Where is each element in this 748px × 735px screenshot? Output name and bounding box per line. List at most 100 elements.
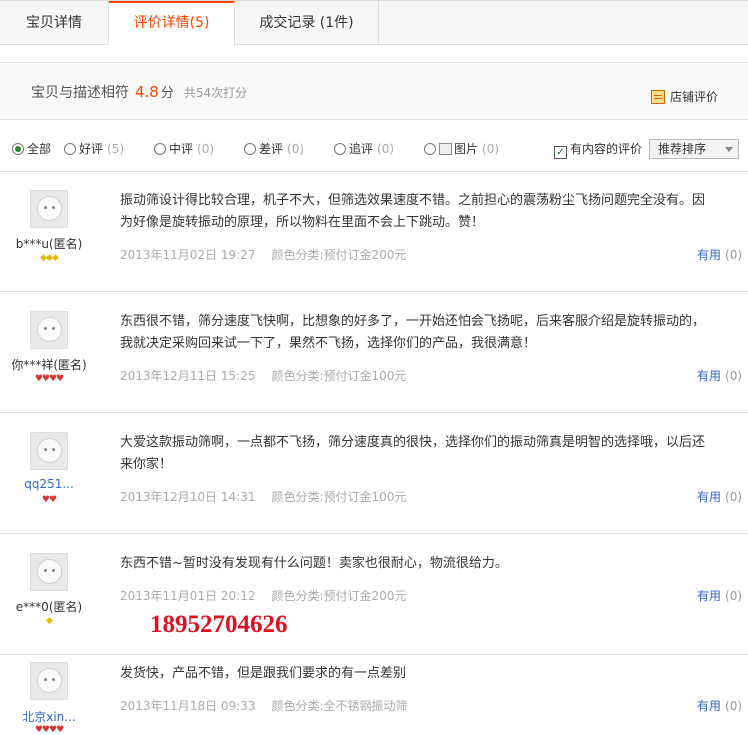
review-sku: 颜色分类:预付订金200元	[271, 589, 407, 603]
filter-all-label: 全部	[27, 142, 52, 156]
review-sku: 颜色分类:预付订金100元	[271, 369, 407, 383]
shop-rating-link[interactable]: 店铺评价	[651, 88, 718, 105]
filter-append-label: 追评	[349, 142, 374, 156]
tab-item-details[interactable]: 宝贝详情	[0, 1, 109, 45]
rating-total: 共54次打分	[183, 86, 248, 100]
review-sku: 颜色分类:预付订金200元	[271, 248, 407, 262]
review-item: b***u(匿名) ◆◆◆ 振动筛设计得比较合理，机子不大，但筛选效果速度不错。…	[0, 171, 748, 292]
filter-bad-label: 差评	[259, 142, 284, 156]
filter-bad[interactable]: 差评 (0)	[244, 140, 304, 157]
review-date: 2013年12月11日 15:25	[120, 369, 256, 383]
sort-select[interactable]: 推荐排序	[649, 139, 739, 159]
useful-button[interactable]: 有用 (0)	[697, 367, 742, 384]
radio-icon	[244, 143, 256, 155]
reviewer-rank-icon: ♥♥♥♥	[34, 374, 64, 384]
filter-mid[interactable]: 中评 (0)	[154, 140, 214, 157]
useful-label: 有用	[697, 369, 722, 383]
review-meta: 2013年12月10日 14:31 颜色分类:预付订金100元	[120, 488, 406, 505]
checkmark-icon: ✓	[554, 146, 567, 159]
avatar-face-icon	[37, 196, 62, 221]
review-item: e***0(匿名) ◆ 东西不错~暂时没有发现有什么问题！卖家也很耐心，物流很给…	[0, 533, 748, 655]
tab-transactions[interactable]: 成交记录 (1件)	[235, 1, 379, 45]
avatar-face-icon	[37, 668, 62, 693]
tab-transactions-count: (1件)	[319, 15, 354, 31]
shop-rating-icon	[651, 90, 665, 104]
useful-count: (0)	[725, 699, 743, 713]
useful-label: 有用	[697, 248, 722, 262]
filter-good[interactable]: 好评 (5)	[64, 140, 124, 157]
radio-icon	[154, 143, 166, 155]
filter-all[interactable]: 全部	[12, 140, 51, 157]
reviewer-rank-icon: ♥♥	[41, 495, 57, 505]
review-meta: 2013年11月18日 09:33 颜色分类:全不锈钢振动筛	[120, 697, 408, 714]
review-sku: 颜色分类:全不锈钢振动筛	[271, 699, 408, 713]
filter-pic-count: (0)	[482, 142, 500, 156]
has-content-checkbox[interactable]: ✓ 有内容的评价	[554, 140, 642, 159]
avatar-face-icon	[37, 317, 62, 342]
reviewer-name[interactable]: 北京xin...	[0, 708, 98, 725]
rating-summary-text: 宝贝与描述相符 4.8 分共54次打分	[31, 82, 247, 102]
avatar-face-icon	[37, 559, 62, 584]
reviewer-rank-icon: ◆◆◆	[40, 253, 59, 263]
useful-label: 有用	[697, 699, 722, 713]
avatar	[30, 662, 68, 700]
avatar	[30, 553, 68, 591]
avatar	[30, 190, 68, 228]
review-text-line: 我就决定采购回来试一下了，果然不飞扬，选择你们的产品，我很满意！	[120, 336, 537, 351]
avatar-face-icon	[37, 438, 62, 463]
review-text-line: 发货快，产品不错，但是跟我们要求的有一点差别	[120, 666, 407, 681]
rating-unit: 分	[160, 86, 174, 101]
tab-transactions-label: 成交记录	[259, 15, 316, 31]
chevron-down-icon	[725, 147, 733, 152]
review-item: 北京xin... ♥♥♥♥ 发货快，产品不错，但是跟我们要求的有一点差别 201…	[0, 654, 748, 735]
filter-pic-label: 图片	[454, 142, 479, 156]
review-item: 你***祥(匿名) ♥♥♥♥ 东西很不错，筛分速度飞快啊，比想象的好多了，一开始…	[0, 291, 748, 413]
filter-bar: 全部 好评 (5) 中评 (0) 差评 (0) 追评 (0) 图片 (0) ✓ 有内容的评价…	[0, 134, 748, 166]
review-text-line: 振动筛设计得比较合理，机子不大，但筛选效果速度不错。之前担心的震荡粉尘飞扬问题完…	[120, 193, 706, 208]
tab-reviews-label: 评价详情	[133, 15, 190, 31]
review-text-line: 东西不错~暂时没有发现有什么问题！卖家也很耐心，物流很给力。	[120, 556, 508, 571]
review-text-line: 大爱这款振动筛啊，一点都不飞扬，筛分速度真的很快，选择你们的振动筛真是明智的选择…	[120, 435, 706, 450]
filter-good-label: 好评	[79, 142, 104, 156]
avatar	[30, 432, 68, 470]
useful-button[interactable]: 有用 (0)	[697, 488, 742, 505]
review-meta: 2013年12月11日 15:25 颜色分类:预付订金100元	[120, 367, 406, 384]
image-icon	[439, 143, 452, 155]
useful-label: 有用	[697, 589, 722, 603]
review-item: qq251... ♥♥ 大爱这款振动筛啊，一点都不飞扬，筛分速度真的很快，选择你…	[0, 412, 748, 534]
reviewer-name: e***0(匿名)	[15, 600, 83, 614]
radio-checked-icon	[12, 143, 24, 155]
reviewer-name: 你***祥(匿名)	[11, 358, 87, 372]
filter-pic[interactable]: 图片 (0)	[424, 140, 499, 157]
useful-label: 有用	[697, 490, 722, 504]
useful-count: (0)	[725, 589, 743, 603]
review-date: 2013年11月01日 20:12	[120, 589, 256, 603]
filter-mid-count: (0)	[197, 142, 215, 156]
avatar	[30, 311, 68, 349]
filter-mid-label: 中评	[169, 142, 194, 156]
sort-select-value: 推荐排序	[658, 142, 707, 156]
has-content-label: 有内容的评价	[570, 142, 643, 156]
useful-button[interactable]: 有用 (0)	[697, 587, 742, 604]
review-meta: 2013年11月01日 20:12 颜色分类:预付订金200元	[120, 587, 406, 604]
review-sku: 颜色分类:预付订金100元	[271, 490, 407, 504]
shop-rating-label: 店铺评价	[670, 90, 719, 104]
useful-count: (0)	[725, 490, 743, 504]
review-text-line: 为好像是旋转振动的原理，所以物料在里面不会上下跳动。赞！	[120, 215, 485, 230]
useful-count: (0)	[725, 369, 743, 383]
tab-reviews-count: (5)	[189, 15, 210, 31]
tab-item-details-label: 宝贝详情	[26, 15, 82, 31]
filter-append[interactable]: 追评 (0)	[334, 140, 394, 157]
radio-icon	[334, 143, 346, 155]
review-date: 2013年12月10日 14:31	[120, 490, 256, 504]
useful-button[interactable]: 有用 (0)	[697, 246, 742, 263]
tab-reviews[interactable]: 评价详情(5)	[109, 1, 235, 46]
review-meta: 2013年11月02日 19:27 颜色分类:预付订金200元	[120, 246, 406, 263]
review-text-line: 东西很不错，筛分速度飞快啊，比想象的好多了，一开始还怕会飞扬呢，后来客服介绍是旋…	[120, 314, 706, 329]
rating-summary: 宝贝与描述相符 4.8 分共54次打分 店铺评价	[0, 62, 748, 120]
review-text-line: 来你家！	[120, 457, 173, 472]
useful-button[interactable]: 有用 (0)	[697, 697, 742, 714]
radio-icon	[424, 143, 436, 155]
reviewer-name[interactable]: qq251...	[0, 477, 98, 491]
useful-count: (0)	[725, 248, 743, 262]
